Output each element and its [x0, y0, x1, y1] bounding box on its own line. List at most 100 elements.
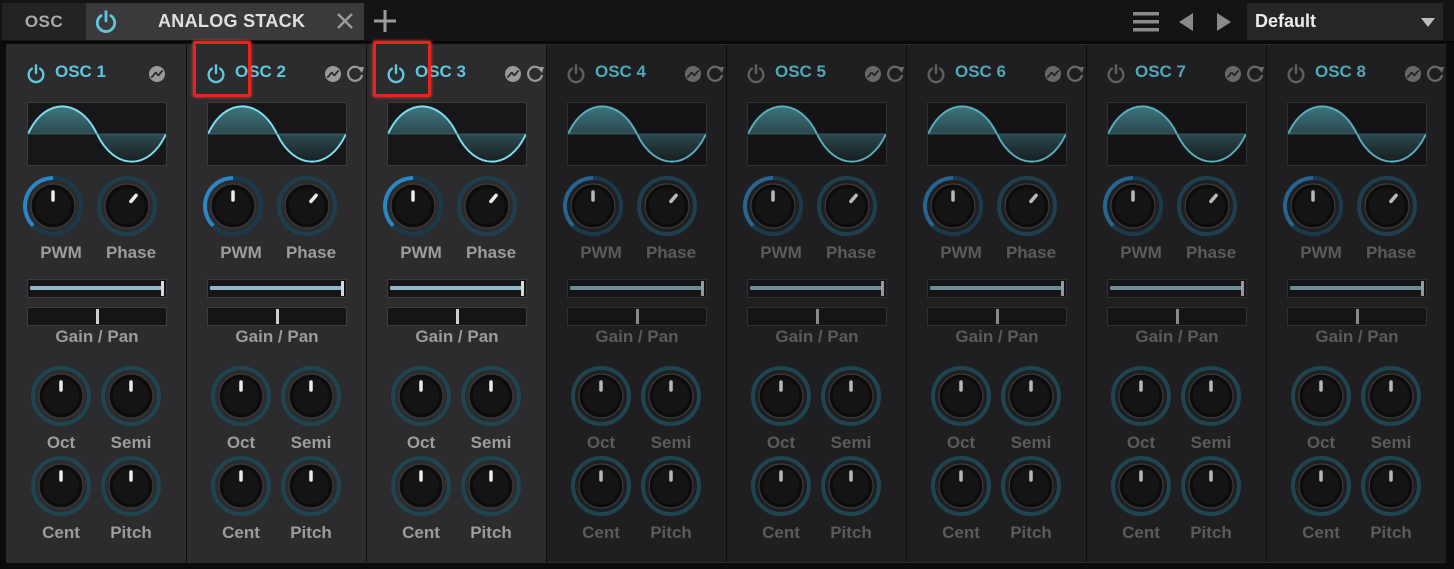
semi-knob[interactable]: [460, 365, 522, 427]
semi-knob[interactable]: [100, 365, 162, 427]
oct-knob[interactable]: [30, 365, 92, 427]
semi-knob[interactable]: [1000, 365, 1062, 427]
reset-icon[interactable]: [1245, 64, 1265, 84]
pwm-knob[interactable]: [22, 175, 84, 237]
semi-knob[interactable]: [820, 365, 882, 427]
tab-analog-stack[interactable]: ANALOG STACK: [86, 3, 364, 40]
cent-knob[interactable]: [1290, 455, 1352, 517]
power-icon[interactable]: [745, 63, 767, 85]
gain-slider[interactable]: [387, 279, 527, 298]
cent-knob[interactable]: [1110, 455, 1172, 517]
gain-handle[interactable]: [161, 281, 164, 296]
pwm-knob[interactable]: [1282, 175, 1344, 237]
gain-handle[interactable]: [881, 281, 884, 296]
pitch-knob[interactable]: [100, 455, 162, 517]
pwm-knob[interactable]: [922, 175, 984, 237]
plus-icon[interactable]: [372, 8, 398, 34]
phase-distortion-icon[interactable]: [1403, 64, 1423, 84]
pan-slider[interactable]: [1287, 307, 1427, 326]
gain-slider[interactable]: [1287, 279, 1427, 298]
reset-icon[interactable]: [885, 64, 905, 84]
gain-handle[interactable]: [1241, 281, 1244, 296]
gain-slider[interactable]: [27, 279, 167, 298]
pitch-knob[interactable]: [1360, 455, 1422, 517]
reset-icon[interactable]: [1065, 64, 1085, 84]
power-icon[interactable]: [93, 9, 119, 35]
pan-slider[interactable]: [387, 307, 527, 326]
preset-dropdown[interactable]: Default: [1247, 3, 1443, 40]
phase-knob[interactable]: [816, 175, 878, 237]
phase-distortion-icon[interactable]: [323, 64, 343, 84]
semi-knob[interactable]: [1360, 365, 1422, 427]
oct-knob[interactable]: [1110, 365, 1172, 427]
arrow-left-icon[interactable]: [1177, 11, 1195, 33]
gain-handle[interactable]: [1421, 281, 1424, 296]
semi-knob[interactable]: [280, 365, 342, 427]
gain-slider[interactable]: [1107, 279, 1247, 298]
cent-knob[interactable]: [750, 455, 812, 517]
phase-knob[interactable]: [456, 175, 518, 237]
pitch-knob[interactable]: [1180, 455, 1242, 517]
pan-slider[interactable]: [27, 307, 167, 326]
power-icon[interactable]: [1105, 63, 1127, 85]
pan-slider[interactable]: [207, 307, 347, 326]
phase-distortion-icon[interactable]: [503, 64, 523, 84]
pan-handle[interactable]: [636, 309, 639, 324]
pan-handle[interactable]: [456, 309, 459, 324]
pitch-knob[interactable]: [640, 455, 702, 517]
power-icon[interactable]: [25, 63, 47, 85]
pan-slider[interactable]: [927, 307, 1067, 326]
arrow-right-icon[interactable]: [1215, 11, 1233, 33]
cent-knob[interactable]: [930, 455, 992, 517]
pan-handle[interactable]: [816, 309, 819, 324]
pwm-knob[interactable]: [1102, 175, 1164, 237]
gain-handle[interactable]: [521, 281, 524, 296]
phase-knob[interactable]: [1356, 175, 1418, 237]
cent-knob[interactable]: [210, 455, 272, 517]
power-icon[interactable]: [925, 63, 947, 85]
power-icon[interactable]: [1285, 63, 1307, 85]
pan-slider[interactable]: [747, 307, 887, 326]
cent-knob[interactable]: [390, 455, 452, 517]
pwm-knob[interactable]: [382, 175, 444, 237]
oct-knob[interactable]: [930, 365, 992, 427]
phase-distortion-icon[interactable]: [147, 64, 167, 84]
pitch-knob[interactable]: [460, 455, 522, 517]
gain-slider[interactable]: [927, 279, 1067, 298]
oct-knob[interactable]: [1290, 365, 1352, 427]
pitch-knob[interactable]: [820, 455, 882, 517]
pan-handle[interactable]: [1176, 309, 1179, 324]
pan-handle[interactable]: [276, 309, 279, 324]
pan-slider[interactable]: [567, 307, 707, 326]
close-icon[interactable]: [335, 11, 355, 31]
gain-handle[interactable]: [701, 281, 704, 296]
oct-knob[interactable]: [750, 365, 812, 427]
semi-knob[interactable]: [1180, 365, 1242, 427]
pan-slider[interactable]: [1107, 307, 1247, 326]
phase-distortion-icon[interactable]: [863, 64, 883, 84]
tab-osc[interactable]: OSC: [2, 3, 86, 40]
reset-icon[interactable]: [1425, 64, 1445, 84]
gain-slider[interactable]: [567, 279, 707, 298]
phase-knob[interactable]: [996, 175, 1058, 237]
phase-distortion-icon[interactable]: [683, 64, 703, 84]
oct-knob[interactable]: [390, 365, 452, 427]
gain-handle[interactable]: [341, 281, 344, 296]
phase-distortion-icon[interactable]: [1223, 64, 1243, 84]
gain-slider[interactable]: [207, 279, 347, 298]
cent-knob[interactable]: [30, 455, 92, 517]
gain-handle[interactable]: [1061, 281, 1064, 296]
cent-knob[interactable]: [570, 455, 632, 517]
pitch-knob[interactable]: [280, 455, 342, 517]
phase-knob[interactable]: [1176, 175, 1238, 237]
gain-slider[interactable]: [747, 279, 887, 298]
power-icon[interactable]: [385, 63, 407, 85]
phase-distortion-icon[interactable]: [1043, 64, 1063, 84]
reset-icon[interactable]: [345, 64, 365, 84]
power-icon[interactable]: [565, 63, 587, 85]
power-icon[interactable]: [205, 63, 227, 85]
menu-icon[interactable]: [1133, 11, 1159, 33]
pwm-knob[interactable]: [562, 175, 624, 237]
pan-handle[interactable]: [996, 309, 999, 324]
oct-knob[interactable]: [210, 365, 272, 427]
